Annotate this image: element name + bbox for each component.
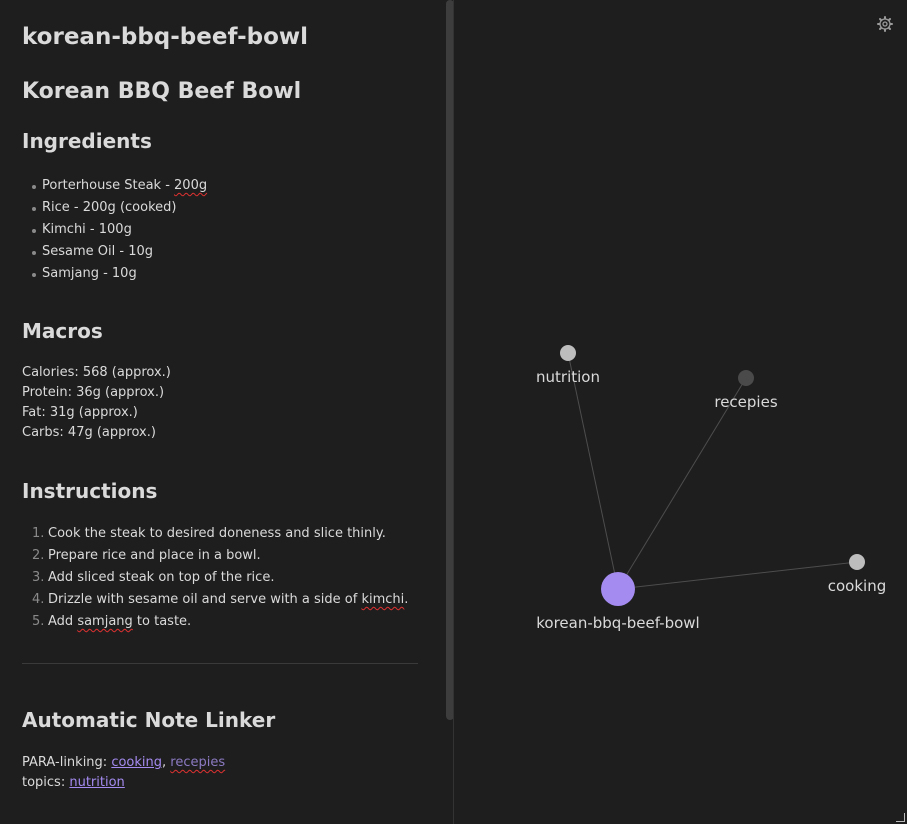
bullet-icon <box>32 185 36 189</box>
link-recepies[interactable]: recepies <box>170 755 225 770</box>
graph-node-label[interactable]: recepies <box>714 393 777 411</box>
graph-node-nutrition[interactable] <box>560 345 576 361</box>
para-linking-line: PARA-linking: cooking, recepies <box>22 755 226 770</box>
macros-line: Protein: 36g (approx.) <box>22 385 165 400</box>
link-nutrition[interactable]: nutrition <box>69 775 124 790</box>
instructions-heading: Instructions <box>22 479 158 503</box>
list-item: Porterhouse Steak - 200g <box>22 175 207 197</box>
graph-node-label[interactable]: cooking <box>828 577 886 595</box>
list-item: 5. Add samjang to taste. <box>32 614 192 629</box>
resize-grip-icon[interactable] <box>896 813 905 822</box>
macros-line: Carbs: 47g (approx.) <box>22 425 156 440</box>
list-item: Rice - 200g (cooked) <box>22 197 207 219</box>
list-item: 1. Cook the steak to desired doneness and… <box>32 526 386 541</box>
macros-heading: Macros <box>22 319 103 343</box>
graph-edge <box>617 561 858 590</box>
ingredients-list: Porterhouse Steak - 200g Rice - 200g (co… <box>22 175 207 285</box>
bullet-icon <box>32 251 36 255</box>
link-cooking[interactable]: cooking <box>111 755 162 770</box>
graph-view[interactable]: korean-bbq-beef-bowl nutrition recepies coo… <box>454 0 907 824</box>
macros-line: Calories: 568 (approx.) <box>22 365 171 380</box>
graph-node-cooking[interactable] <box>849 554 865 570</box>
instructions-list: 1. Cook the steak to desired doneness and… <box>22 523 408 633</box>
misspelled-word[interactable]: samjang <box>77 614 132 629</box>
horizontal-rule <box>22 663 418 664</box>
list-item: Samjang - 10g <box>22 263 207 285</box>
list-item: Sesame Oil - 10g <box>22 241 207 263</box>
graph-node-label[interactable]: korean-bbq-beef-bowl <box>536 614 699 632</box>
list-item: 2. Prepare rice and place in a bowl. <box>32 548 261 563</box>
graph-node-recepies[interactable] <box>738 370 754 386</box>
bullet-icon <box>32 207 36 211</box>
app-window: korean-bbq-beef-bowl Korean BBQ Beef Bow… <box>0 0 907 824</box>
list-item: 4. Drizzle with sesame oil and serve with… <box>32 592 409 607</box>
misspelled-word[interactable]: kimchi <box>361 592 404 607</box>
list-item: 3. Add sliced steak on top of the rice. <box>32 570 275 585</box>
graph-nodes: korean-bbq-beef-bowl nutrition recepies coo… <box>536 345 886 632</box>
misspelled-word[interactable]: 200g <box>174 178 207 193</box>
bullet-icon <box>32 229 36 233</box>
topics-line: topics: nutrition <box>22 775 125 790</box>
linker-heading: Automatic Note Linker <box>22 708 276 732</box>
graph-edges <box>567 352 858 590</box>
inline-title[interactable]: korean-bbq-beef-bowl <box>22 24 308 50</box>
list-item: Kimchi - 100g <box>22 219 207 241</box>
note-heading: Korean BBQ Beef Bowl <box>22 79 302 104</box>
graph-node-label[interactable]: nutrition <box>536 368 600 386</box>
graph-edge <box>567 352 619 590</box>
note-pane: korean-bbq-beef-bowl Korean BBQ Beef Bow… <box>0 0 446 824</box>
macros-line: Fat: 31g (approx.) <box>22 405 138 420</box>
graph-canvas[interactable]: korean-bbq-beef-bowl nutrition recepies coo… <box>454 0 907 824</box>
bullet-icon <box>32 273 36 277</box>
graph-node-korean-bbq-beef-bowl[interactable] <box>601 572 635 606</box>
ingredients-heading: Ingredients <box>22 129 152 153</box>
